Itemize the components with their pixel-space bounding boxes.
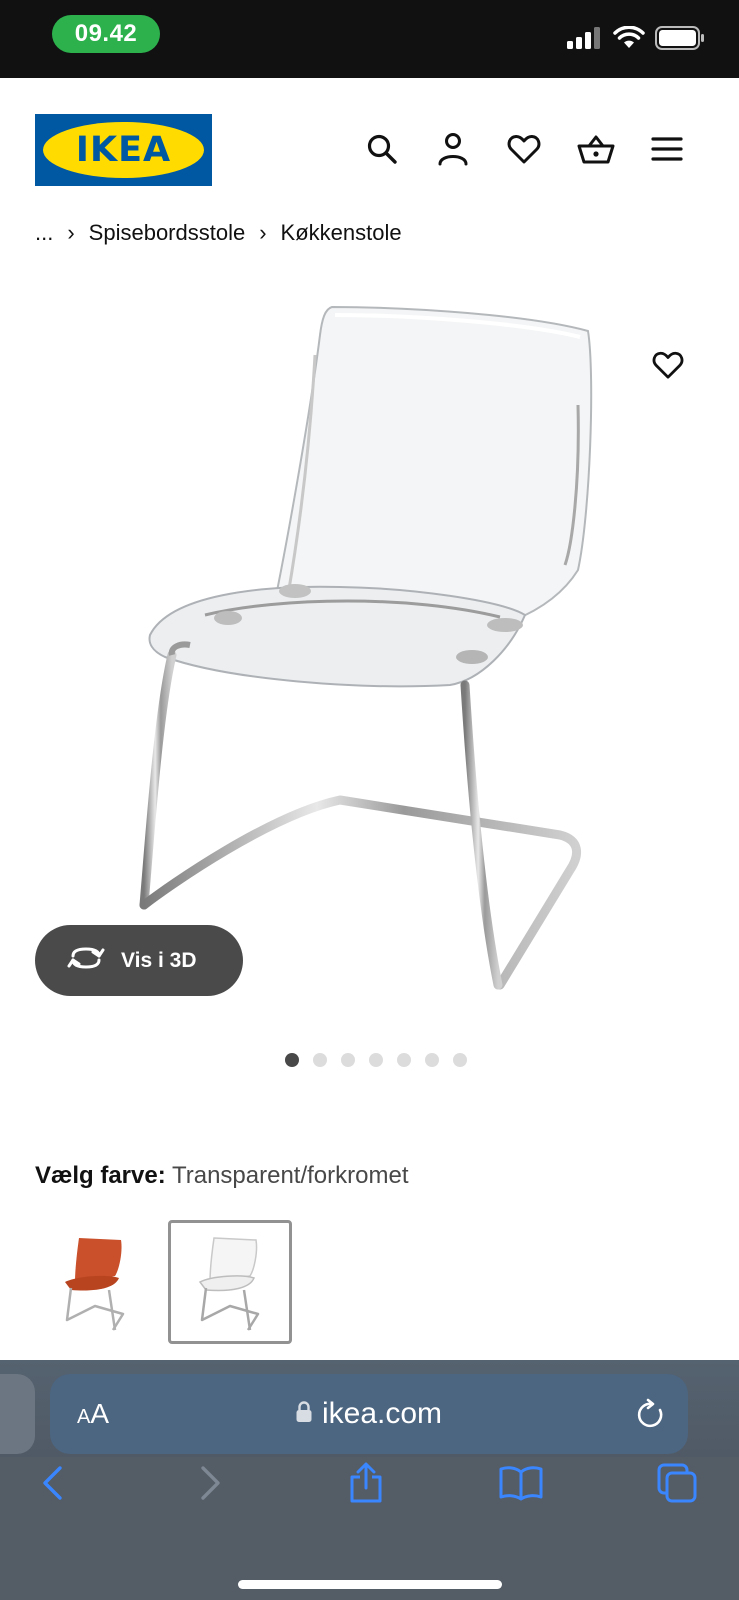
reload-icon [636, 1398, 666, 1434]
view-in-3d-button[interactable]: Vis i 3D [35, 925, 243, 996]
chevron-right-icon: › [259, 220, 267, 245]
home-indicator[interactable] [238, 1580, 502, 1589]
breadcrumb: ... › Spisebordsstole › Køkkenstole [35, 218, 402, 248]
previous-tab-preview[interactable] [0, 1374, 35, 1454]
basket-button[interactable] [573, 128, 619, 174]
status-time: 09.42 [52, 15, 160, 53]
browser-toolbar [0, 1460, 739, 1540]
carousel-dot[interactable] [396, 1053, 411, 1067]
color-selection: Vælg farve: Transparent/forkromet [35, 1162, 408, 1190]
menu-icon [651, 136, 683, 167]
status-icons [567, 25, 705, 55]
wishlist-button[interactable] [501, 128, 547, 174]
basket-icon [577, 133, 615, 170]
product-favorite-button[interactable] [646, 345, 690, 389]
breadcrumb-item-dining-chairs[interactable]: Spisebordsstole [89, 220, 246, 246]
search-button[interactable] [359, 128, 405, 174]
carousel-dot[interactable] [368, 1053, 383, 1067]
tabs-button[interactable] [652, 1460, 702, 1510]
heart-icon [507, 133, 541, 170]
menu-button[interactable] [644, 128, 690, 174]
account-button[interactable] [430, 128, 476, 174]
carousel-dot[interactable] [424, 1053, 439, 1067]
image-carousel-dots [0, 1053, 739, 1067]
tabs-icon [657, 1463, 697, 1508]
breadcrumb-item-kitchen-chairs[interactable]: Køkkenstole [281, 220, 402, 246]
book-icon [499, 1465, 543, 1506]
logo-wordmark: IKEA [75, 130, 172, 170]
url-text: ikea.com [321, 1397, 443, 1430]
wifi-icon [613, 25, 645, 55]
carousel-dot[interactable] [340, 1053, 355, 1067]
share-icon [348, 1462, 384, 1509]
address-area: AA ikea.com [0, 1360, 739, 1457]
battery-icon [655, 26, 705, 55]
ikea-logo[interactable]: IKEA [35, 114, 212, 186]
share-button[interactable] [341, 1460, 391, 1510]
breadcrumb-ellipsis[interactable]: ... [35, 220, 53, 246]
search-icon [366, 133, 398, 170]
signal-icon [567, 26, 603, 55]
url-display[interactable]: ikea.com [50, 1374, 688, 1454]
carousel-dot[interactable] [312, 1053, 327, 1067]
lock-icon [296, 1397, 312, 1431]
color-value: Transparent/forkromet [171, 1162, 409, 1189]
carousel-dot[interactable] [284, 1053, 299, 1067]
chevron-right-icon [199, 1465, 223, 1506]
bookmarks-button[interactable] [496, 1460, 546, 1510]
product-image[interactable] [110, 295, 630, 1015]
chevron-right-icon: › [67, 220, 75, 245]
view-in-3d-label: Vis i 3D [121, 948, 197, 972]
account-icon [437, 132, 469, 171]
reload-button[interactable] [636, 1398, 666, 1435]
browser-chrome: AA ikea.com [0, 1360, 739, 1600]
status-bar: 09.42 [0, 0, 739, 78]
heart-icon [652, 350, 684, 385]
color-swatch-orange[interactable] [35, 1220, 159, 1344]
rotate-3d-icon [67, 946, 105, 976]
carousel-dot[interactable] [452, 1053, 467, 1067]
back-button[interactable] [27, 1460, 77, 1510]
chevron-left-icon [40, 1465, 64, 1506]
address-bar[interactable]: AA ikea.com [50, 1374, 688, 1454]
color-swatch-transparent[interactable] [168, 1220, 292, 1344]
forward-button[interactable] [186, 1460, 236, 1510]
color-label: Vælg farve: [35, 1162, 166, 1189]
